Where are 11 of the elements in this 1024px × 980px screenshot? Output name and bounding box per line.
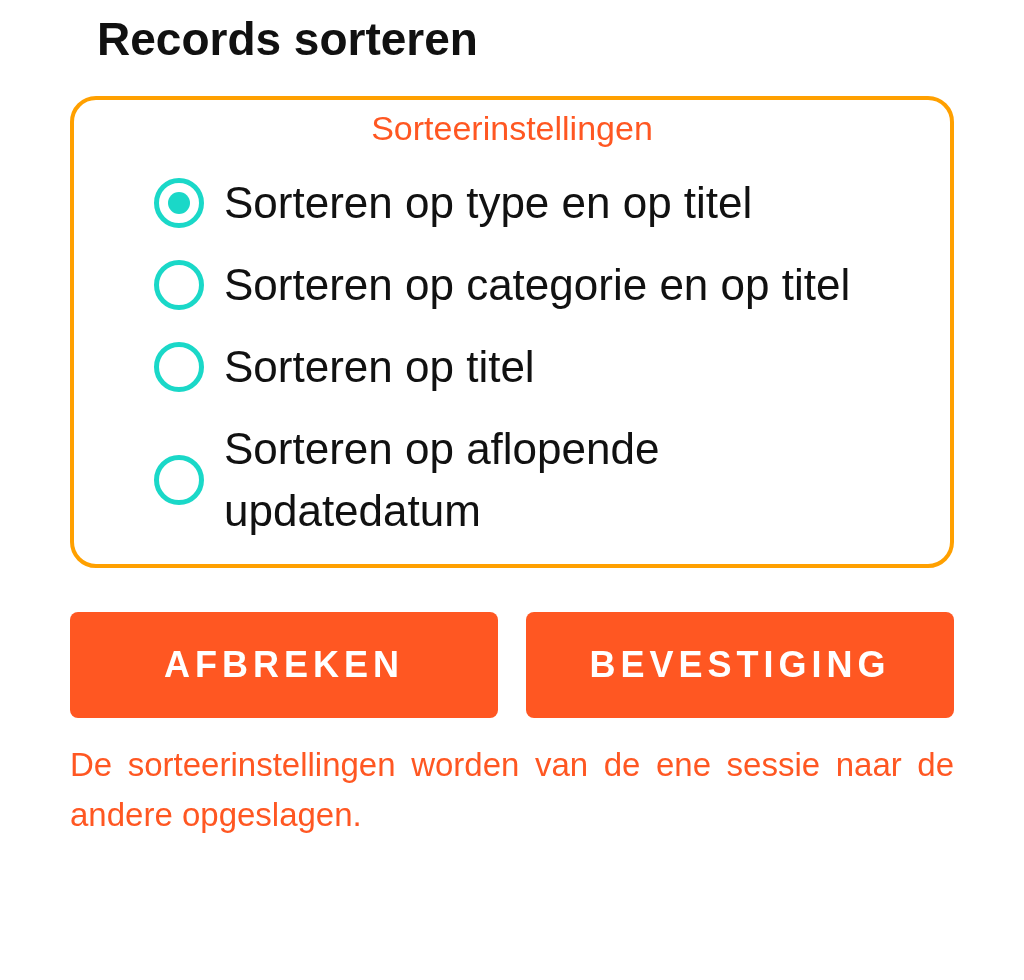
- dialog-title: Records sorteren: [97, 12, 479, 67]
- radio-button[interactable]: [154, 342, 204, 392]
- radio-button[interactable]: [154, 260, 204, 310]
- option-label[interactable]: Sorteren op type en op titel: [224, 172, 753, 234]
- info-note: De sorteerinstellingen worden van de ene sessie naar de andere opgeslagen.: [70, 745, 954, 835]
- radio-button[interactable]: [154, 455, 204, 505]
- option-label[interactable]: Sorteren op categorie en op titel: [224, 254, 851, 316]
- option-label[interactable]: Sorteren op titel: [224, 336, 535, 398]
- radio-button[interactable]: [154, 178, 204, 228]
- option-label[interactable]: Sorteren op aflopende updatedatum: [224, 418, 904, 542]
- group-legend: Sorteerinstellingen: [371, 106, 653, 150]
